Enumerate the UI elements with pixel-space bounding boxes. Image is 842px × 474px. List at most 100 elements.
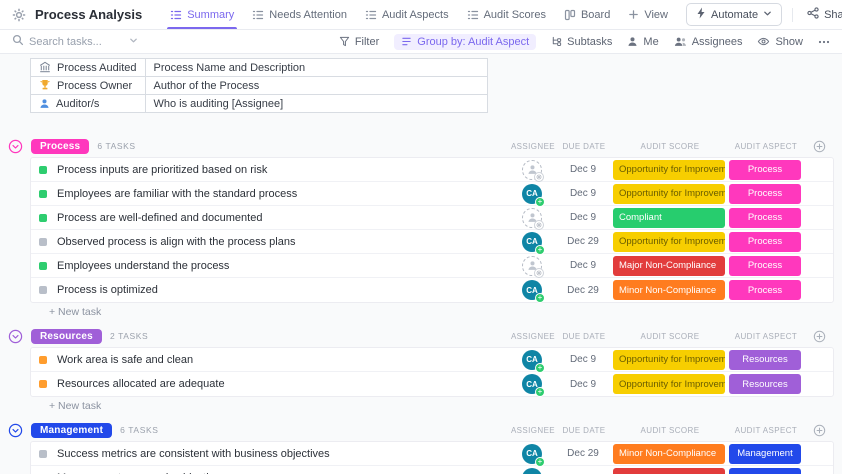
toolbar-group-by[interactable]: Group by: Audit Aspect xyxy=(394,34,536,50)
assignee-cell[interactable] xyxy=(509,160,555,180)
task-name: Success metrics are consistent with busi… xyxy=(57,448,509,460)
avatar-gear-badge xyxy=(534,220,544,230)
toolbar-show[interactable]: Show xyxy=(757,35,803,48)
avatar: CA+ xyxy=(522,280,542,300)
space-settings-icon[interactable] xyxy=(12,8,26,22)
add-task-icon[interactable] xyxy=(804,330,834,343)
audit-aspect-cell[interactable]: Resources xyxy=(727,374,803,394)
status-square[interactable] xyxy=(39,238,47,246)
task-row[interactable]: Success metrics are consistent with busi… xyxy=(31,442,833,466)
group-badge[interactable]: Resources xyxy=(31,329,102,344)
status-square[interactable] xyxy=(39,450,47,458)
status-square[interactable] xyxy=(39,356,47,364)
toolbar-me[interactable]: Me xyxy=(627,36,658,48)
audit-aspect-cell[interactable]: Resources xyxy=(727,350,803,370)
audit-score-pill: Major Non-Compliance xyxy=(613,468,725,474)
audit-aspect-cell[interactable]: Process xyxy=(727,232,803,252)
task-name: Employees are familiar with the standard… xyxy=(57,188,509,200)
group-badge[interactable]: Management xyxy=(31,423,112,438)
audit-score-cell[interactable]: Minor Non-Compliance xyxy=(611,280,727,300)
due-date: Dec 29 xyxy=(555,285,611,296)
audit-score-cell[interactable]: Compliant xyxy=(611,208,727,228)
add-task-icon[interactable] xyxy=(804,424,834,437)
assignee-cell[interactable] xyxy=(509,208,555,228)
status-square[interactable] xyxy=(39,190,47,198)
task-row[interactable]: Resources allocated are adequateCA+Dec 9… xyxy=(31,372,833,396)
avatar: CA+ xyxy=(522,444,542,464)
collapse-group-icon[interactable] xyxy=(8,423,23,438)
toolbar-filter[interactable]: Filter xyxy=(339,36,379,48)
assignee-placeholder-icon[interactable] xyxy=(522,208,542,228)
assignee-cell[interactable]: CA+ xyxy=(509,280,555,300)
audit-score-cell[interactable]: Opportunity for Improvem... xyxy=(611,232,727,252)
info-value[interactable]: Author of the Process xyxy=(145,77,487,95)
audit-score-cell[interactable]: Opportunity for Improvem... xyxy=(611,184,727,204)
status-square[interactable] xyxy=(39,166,47,174)
automate-button[interactable]: Automate xyxy=(686,3,782,26)
search-input[interactable] xyxy=(29,36,124,48)
assignee-cell[interactable]: CA+ xyxy=(509,184,555,204)
audit-score-cell[interactable]: Opportunity for Improvem... xyxy=(611,350,727,370)
column-header-due-date: DUE DATE xyxy=(556,332,612,341)
task-row[interactable]: Management process is objectiveCA+Dec 9M… xyxy=(31,466,833,474)
assignee-cell[interactable]: CA+ xyxy=(509,374,555,394)
share-button[interactable]: Share xyxy=(803,4,842,25)
audit-score-cell[interactable]: Opportunity for Improvem... xyxy=(611,160,727,180)
assignee-cell[interactable]: CA+ xyxy=(509,232,555,252)
audit-score-cell[interactable]: Major Non-Compliance xyxy=(611,468,727,474)
assignee-cell[interactable] xyxy=(509,256,555,276)
add-task-icon[interactable] xyxy=(804,140,834,153)
task-row[interactable]: Work area is safe and cleanCA+Dec 9Oppor… xyxy=(31,348,833,372)
task-group-management: Management6 TASKSASSIGNEEDUE DATEAUDIT S… xyxy=(0,419,842,474)
assignee-placeholder-icon[interactable] xyxy=(522,256,542,276)
new-task-button[interactable]: + New task xyxy=(30,397,842,413)
status-square[interactable] xyxy=(39,262,47,270)
status-square[interactable] xyxy=(39,380,47,388)
status-square[interactable] xyxy=(39,214,47,222)
toolbar-assignees[interactable]: Assignees xyxy=(674,36,743,48)
eye-icon xyxy=(757,35,770,48)
audit-score-cell[interactable]: Minor Non-Compliance xyxy=(611,444,727,464)
audit-aspect-cell[interactable]: Management xyxy=(727,444,803,464)
topbar: Process Analysis SummaryNeeds AttentionA… xyxy=(0,0,842,30)
tab-board[interactable]: Board xyxy=(555,0,619,29)
assignee-cell[interactable]: CA+ xyxy=(509,444,555,464)
avatar-add-badge: + xyxy=(535,197,545,207)
collapse-group-icon[interactable] xyxy=(8,139,23,154)
audit-score-cell[interactable]: Major Non-Compliance xyxy=(611,256,727,276)
task-row[interactable]: Process are well-defined and documentedD… xyxy=(31,206,833,230)
tab-audit-scores[interactable]: Audit Scores xyxy=(458,0,555,29)
assignee-cell[interactable]: CA+ xyxy=(509,468,555,474)
board-icon xyxy=(564,9,576,21)
audit-aspect-cell[interactable]: Process xyxy=(727,256,803,276)
info-value[interactable]: Who is auditing [Assignee] xyxy=(145,95,487,113)
task-row[interactable]: Employees are familiar with the standard… xyxy=(31,182,833,206)
audit-aspect-cell[interactable]: Process xyxy=(727,208,803,228)
tab-view[interactable]: View xyxy=(619,0,677,29)
task-row[interactable]: Employees understand the processDec 9Maj… xyxy=(31,254,833,278)
task-row[interactable]: Observed process is align with the proce… xyxy=(31,230,833,254)
info-label: Auditor/s xyxy=(56,98,99,110)
audit-aspect-cell[interactable]: Process xyxy=(727,184,803,204)
chevron-down-icon[interactable] xyxy=(129,36,138,48)
audit-aspect-cell[interactable]: Management xyxy=(727,468,803,474)
status-square[interactable] xyxy=(39,286,47,294)
tab-needs-attention[interactable]: Needs Attention xyxy=(243,0,356,29)
task-row[interactable]: Process inputs are prioritized based on … xyxy=(31,158,833,182)
audit-aspect-cell[interactable]: Process xyxy=(727,280,803,300)
info-value[interactable]: Process Name and Description xyxy=(145,59,487,77)
assignee-cell[interactable]: CA+ xyxy=(509,350,555,370)
new-task-button[interactable]: + New task xyxy=(30,303,842,319)
person-icon xyxy=(627,36,638,47)
task-row[interactable]: Process is optimizedCA+Dec 29Minor Non-C… xyxy=(31,278,833,302)
group-badge[interactable]: Process xyxy=(31,139,89,154)
tab-summary[interactable]: Summary xyxy=(161,0,243,29)
audit-score-cell[interactable]: Opportunity for Improvem... xyxy=(611,374,727,394)
toolbar-more[interactable] xyxy=(818,36,830,48)
toolbar-subtasks[interactable]: Subtasks xyxy=(551,36,612,48)
collapse-group-icon[interactable] xyxy=(8,329,23,344)
audit-aspect-cell[interactable]: Process xyxy=(727,160,803,180)
tab-audit-aspects[interactable]: Audit Aspects xyxy=(356,0,458,29)
assignee-placeholder-icon[interactable] xyxy=(522,160,542,180)
search-box[interactable] xyxy=(12,34,138,49)
